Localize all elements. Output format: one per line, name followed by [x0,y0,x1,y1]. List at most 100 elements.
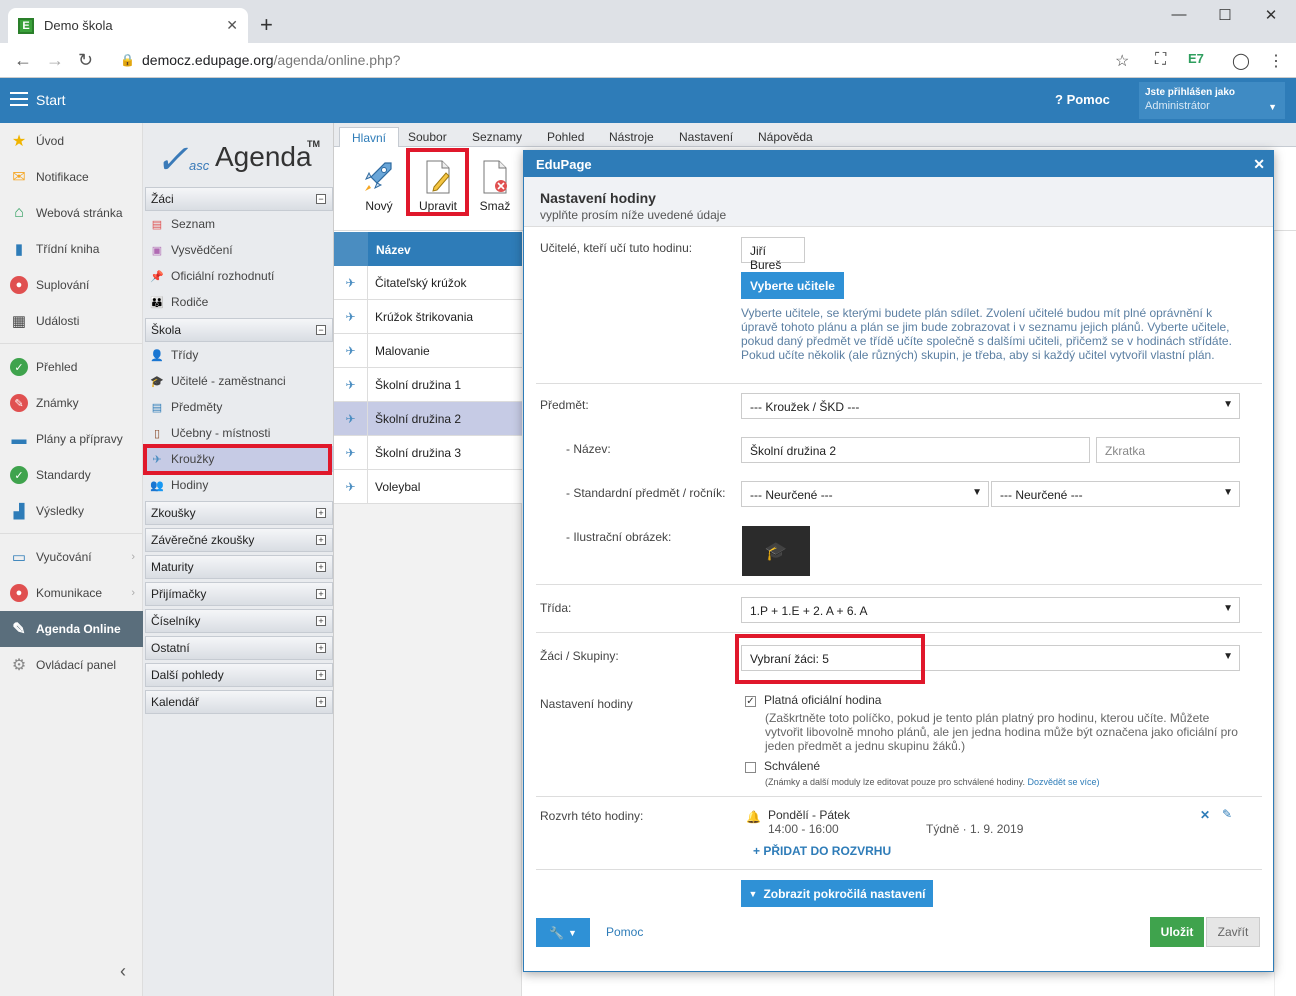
tools-dropdown-button[interactable]: 🔧 ▼ [536,918,590,947]
new-button[interactable]: Nový [351,155,407,217]
illustration-image[interactable]: 🎓 [742,526,810,576]
extension-icon[interactable]: E7 [1188,51,1204,66]
subject-select[interactable]: --- Kroužek / ŠKD --- ▼ [741,393,1240,419]
user-menu[interactable]: Jste přihlášen jako Administrátor ▼ [1139,82,1285,119]
collapse-icon[interactable]: − [316,194,326,204]
menu-item-uvod[interactable]: ★ Úvod [0,123,143,159]
list-item[interactable]: ✈ Školní družina 1 [334,368,522,402]
expand-icon[interactable]: + [316,616,326,626]
dialog-close-icon[interactable]: ✕ [1253,156,1265,173]
expand-icon[interactable]: + [316,643,326,653]
menu-item-ovladaci-panel[interactable]: ⚙ Ovládací panel [0,647,143,683]
back-icon[interactable]: ← [14,50,32,71]
screenshot-icon[interactable]: ⛶ [1155,51,1166,69]
expand-icon[interactable]: + [316,589,326,599]
help-link[interactable]: Pomoc [606,925,643,939]
menu-item-vyucovani[interactable]: ▭ Vyučování › [0,539,143,575]
list-item[interactable]: ✈ Čitateľský krúžok [334,266,522,300]
menu-item-webova-stranka[interactable]: ⌂ Webová stránka [0,195,143,231]
column-nazev[interactable]: Název [376,243,411,257]
section-skola[interactable]: Škola − [145,318,333,342]
expand-icon[interactable]: + [316,697,326,707]
menu-item-standardy[interactable]: ✓ Standardy [0,457,143,493]
subitem-ucebny[interactable]: ▯ Učebny - místnosti [145,420,333,446]
section-zkousky[interactable]: Zkoušky + [145,501,333,525]
bookmark-star-icon[interactable]: ☆ [1115,51,1129,71]
close-window-icon[interactable]: ✕ [1248,6,1294,24]
delete-button[interactable]: Smaž [467,155,523,217]
edit-schedule-icon[interactable]: ✎ [1222,807,1232,821]
tab-seznamy[interactable]: Seznamy [460,127,534,147]
section-kalendar[interactable]: Kalendář + [145,690,333,714]
new-tab-icon[interactable]: + [260,12,273,38]
expand-icon[interactable]: + [316,562,326,572]
hamburger-icon[interactable] [10,92,28,110]
class-select[interactable]: 1.P + 1.E + 2. A + 6. A ▼ [741,597,1240,623]
approved-checkbox[interactable] [745,762,756,773]
tab-soubor[interactable]: Soubor [396,127,459,147]
start-link[interactable]: Start [36,92,66,108]
subitem-ucitele[interactable]: 🎓 Učitelé - zaměstnanci [145,368,333,394]
menu-item-notifikace[interactable]: ✉ Notifikace [0,159,143,195]
learn-more-link[interactable]: Dozvědět se více) [1028,777,1100,787]
menu-item-vysledky[interactable]: ▟ Výsledky [0,493,143,529]
standard-subject-select[interactable]: --- Neurčené --- ▼ [741,481,989,507]
menu-kebab-icon[interactable]: ⋮ [1268,51,1284,71]
remove-schedule-icon[interactable]: ✕ [1200,808,1210,822]
save-button[interactable]: Uložit [1150,917,1204,947]
menu-item-suplovani[interactable]: ● Suplování [0,267,143,303]
section-ciselniky[interactable]: Číselníky + [145,609,333,633]
menu-item-tridni-kniha[interactable]: ▮ Třídní kniha [0,231,143,267]
list-item[interactable]: ✈ Krúžok štrikovania [334,300,522,334]
section-ostatni[interactable]: Ostatní + [145,636,333,660]
url-field[interactable]: democz.edupage.org/agenda/online.php? [142,52,400,68]
menu-item-prehled[interactable]: ✓ Přehled [0,349,143,385]
subitem-seznam[interactable]: ▤ Seznam [145,211,333,237]
students-select[interactable]: Vybraní žáci: 5 ▼ [741,645,1240,671]
grade-select[interactable]: --- Neurčené --- ▼ [991,481,1240,507]
expand-icon[interactable]: + [316,535,326,545]
collapse-menu-icon[interactable]: ‹ [120,961,126,982]
subitem-tridy[interactable]: 👤 Třídy [145,342,333,368]
expand-icon[interactable]: + [316,508,326,518]
tab-pohled[interactable]: Pohled [535,127,596,147]
tab-close-icon[interactable]: ✕ [226,17,238,34]
browser-tab[interactable]: E Demo škola ✕ [8,8,248,43]
tab-nastaveni[interactable]: Nastavení [667,127,745,147]
section-dalsi-pohledy[interactable]: Další pohledy + [145,663,333,687]
forward-icon[interactable]: → [46,50,64,71]
profile-icon[interactable]: ◯ [1232,51,1250,71]
menu-item-agenda-online[interactable]: ✎ Agenda Online [0,611,143,647]
list-item[interactable]: ✈ Malovanie [334,334,522,368]
teacher-chip[interactable]: Jiří Bureš [741,237,805,272]
expand-icon[interactable]: + [316,670,326,680]
section-prijimacky[interactable]: Přijímačky + [145,582,333,606]
header-help-link[interactable]: ? Pomoc [1055,92,1110,107]
section-zaci[interactable]: Žáci − [145,187,333,211]
tab-hlavni[interactable]: Hlavní [339,127,400,147]
tab-napoveda[interactable]: Nápověda [746,127,825,147]
menu-item-udalosti[interactable]: ▦ Události [0,303,143,339]
list-item[interactable]: ✈ Voleybal [334,470,522,504]
section-zaverecne-zkousky[interactable]: Závěrečné zkoušky + [145,528,333,552]
menu-item-komunikace[interactable]: ● Komunikace › [0,575,143,611]
menu-item-znamky[interactable]: ✎ Známky [0,385,143,421]
list-item[interactable]: ✈ Školní družina 3 [334,436,522,470]
edit-button[interactable]: Upravit [410,155,466,217]
advanced-settings-button[interactable]: ▼ Zobrazit pokročilá nastavení [741,880,933,907]
subitem-predmety[interactable]: ▤ Předměty [145,394,333,420]
abbreviation-input[interactable]: Zkratka [1096,437,1240,463]
reload-icon[interactable]: ↻ [78,50,93,71]
list-item-selected[interactable]: ✈ Školní družina 2 [334,402,522,436]
official-lesson-checkbox[interactable]: ✓ [745,696,756,707]
add-to-schedule-link[interactable]: + PŘIDAT DO ROZVRHU [753,844,891,858]
subitem-hodiny[interactable]: 👥 Hodiny [145,472,333,498]
tab-nastroje[interactable]: Nástroje [597,127,666,147]
collapse-icon[interactable]: − [316,325,326,335]
menu-item-plany[interactable]: ▬ Plány a přípravy [0,421,143,457]
maximize-icon[interactable]: ☐ [1202,6,1248,24]
minimize-icon[interactable]: — [1156,6,1202,23]
section-maturity[interactable]: Maturity + [145,555,333,579]
close-button[interactable]: Zavřít [1206,917,1260,947]
subitem-rodice[interactable]: 👪 Rodiče [145,289,333,315]
